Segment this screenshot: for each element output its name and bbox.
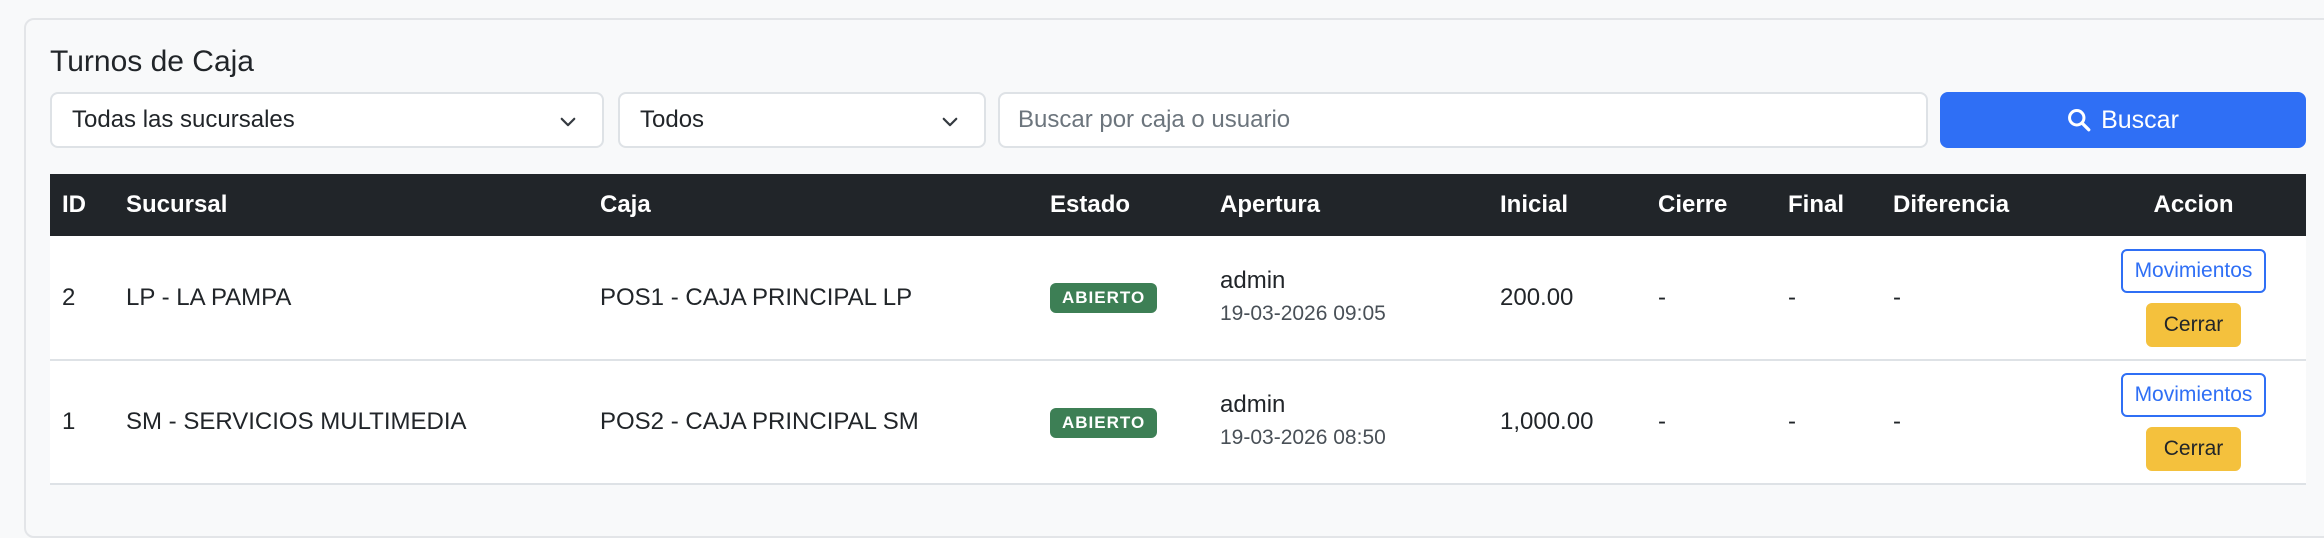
col-header-cierre: Cierre (1658, 191, 1728, 218)
status-select[interactable]: Todos (618, 92, 986, 148)
col-header-final: Final (1788, 191, 1845, 218)
col-header-sucursal: Sucursal (126, 191, 228, 218)
cell-diferencia: - (1893, 283, 1901, 311)
table-row: 2 LP - LA PAMPA POS1 - CAJA PRINCIPAL LP… (50, 236, 2306, 360)
col-header-id: ID (62, 191, 86, 218)
cell-accion: Movimientos Cerrar (2081, 360, 2306, 484)
cell-id: 2 (62, 283, 76, 311)
cell-sucursal: LP - LA PAMPA (126, 283, 292, 311)
movimientos-button[interactable]: Movimientos (2120, 373, 2267, 417)
apertura-date: 19-03-2026 09:05 (1220, 301, 1386, 325)
col-header-estado: Estado (1050, 191, 1131, 218)
cell-caja: POS1 - CAJA PRINCIPAL LP (600, 283, 913, 311)
table-row: 1 SM - SERVICIOS MULTIMEDIA POS2 - CAJA … (50, 360, 2306, 484)
col-header-caja: Caja (600, 191, 651, 218)
cell-final: - (1788, 283, 1796, 311)
cell-final: - (1788, 408, 1796, 435)
status-badge: ABIERTO (1050, 407, 1158, 438)
turnos-table: ID Sucursal Caja Estado Apertura Inicial… (50, 174, 2306, 485)
row-actions: Movimientos Cerrar (2093, 373, 2294, 471)
col-header-inicial: Inicial (1500, 191, 1569, 218)
cell-accion: Movimientos Cerrar (2081, 236, 2306, 360)
col-header-diferencia: Diferencia (1893, 191, 2010, 218)
search-icon (2068, 109, 2091, 132)
search-input[interactable]: Buscar por caja o usuario (998, 92, 1928, 148)
col-header-apertura: Apertura (1220, 191, 1321, 218)
cerrar-button[interactable]: Cerrar (2145, 427, 2242, 471)
cell-id: 1 (62, 408, 76, 435)
page-title: Turnos de Caja (50, 45, 254, 78)
branch-select[interactable]: Todas las sucursales (50, 92, 604, 148)
status-select-value: Todos (640, 106, 705, 133)
status-badge: ABIERTO (1050, 283, 1158, 313)
cell-inicial: 200.00 (1500, 283, 1574, 311)
branch-select-value: Todas las sucursales (72, 106, 295, 133)
chevron-down-icon (942, 117, 958, 127)
cerrar-button[interactable]: Cerrar (2145, 302, 2242, 347)
apertura-user: admin (1220, 391, 1286, 418)
search-button[interactable]: Buscar (1940, 92, 2306, 148)
cell-cierre: - (1658, 283, 1666, 311)
cell-apertura: admin 19-03-2026 09:05 (1208, 236, 1488, 360)
cell-estado: ABIERTO (1038, 360, 1208, 484)
cell-cierre: - (1658, 408, 1666, 435)
apertura-user: admin (1220, 266, 1286, 294)
table-header-row: ID Sucursal Caja Estado Apertura Inicial… (50, 174, 2306, 236)
chevron-down-icon (560, 117, 576, 127)
search-button-label: Buscar (2101, 105, 2179, 134)
cell-sucursal: SM - SERVICIOS MULTIMEDIA (126, 408, 467, 435)
cell-inicial: 1,000.00 (1500, 408, 1594, 435)
search-placeholder: Buscar por caja o usuario (1018, 106, 1291, 133)
col-header-accion: Accion (2153, 191, 2234, 218)
movimientos-button[interactable]: Movimientos (2120, 248, 2267, 293)
cell-apertura: admin 19-03-2026 08:50 (1208, 360, 1488, 484)
cell-diferencia: - (1893, 408, 1901, 435)
cell-caja: POS2 - CAJA PRINCIPAL SM (600, 408, 919, 435)
apertura-date: 19-03-2026 08:50 (1220, 426, 1386, 449)
cell-estado: ABIERTO (1038, 236, 1208, 360)
row-actions: Movimientos Cerrar (2093, 248, 2294, 347)
